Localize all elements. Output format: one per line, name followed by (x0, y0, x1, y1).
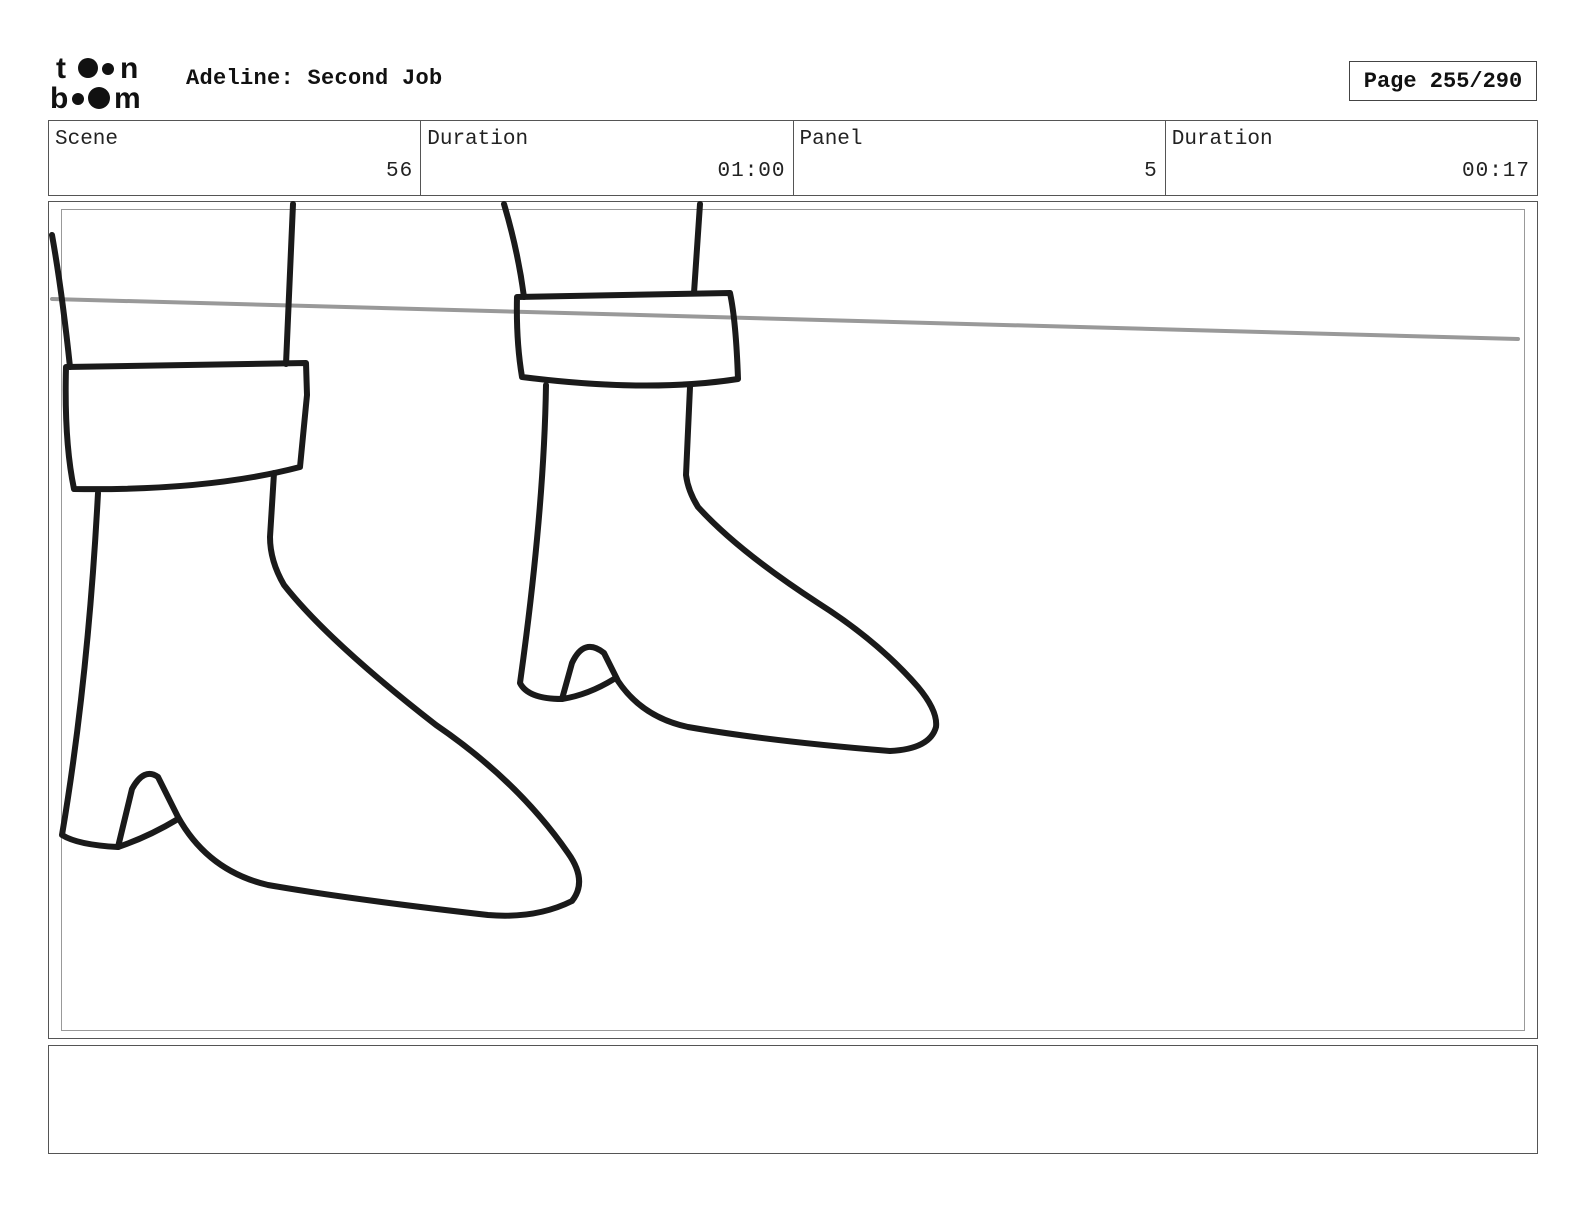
scene-duration-cell: Duration 01:00 (421, 121, 794, 195)
svg-text:n: n (120, 52, 138, 85)
panel-duration-value: 00:17 (1461, 160, 1530, 183)
right-leg-front (691, 201, 703, 296)
panel-duration-label: Duration (1171, 128, 1273, 151)
boots-sketch (49, 201, 1520, 919)
left-leg-front (283, 201, 296, 367)
horizon-line (50, 297, 1520, 341)
left-boot-body (59, 470, 582, 919)
left-boot-heel (115, 816, 181, 850)
panel-duration-cell: Duration 00:17 (1166, 121, 1537, 195)
right-boot-cuff (513, 290, 741, 389)
svg-text:b: b (50, 82, 68, 112)
scene-duration-label: Duration (427, 128, 529, 151)
project-title: Adeline: Second Job (186, 66, 443, 91)
page-indicator: Page 255/290 (1349, 61, 1537, 101)
scene-cell: Scene 56 (49, 121, 422, 195)
scene-value: 56 (386, 160, 414, 183)
panel-cell: Panel 5 (794, 121, 1166, 195)
panel-label: Panel (799, 128, 863, 151)
svg-text:m: m (114, 82, 141, 112)
right-leg-back (501, 201, 527, 300)
toon-boom-logo: t n b m (50, 52, 141, 112)
svg-text:t: t (56, 52, 66, 85)
scene-label: Scene (55, 128, 119, 151)
dialogue-notes-box (48, 1045, 1538, 1154)
panel-info-table: Scene 56 Duration 01:00 Panel 5 Duration… (48, 120, 1538, 196)
scene-duration-value: 01:00 (717, 160, 786, 183)
left-boot-cuff (62, 360, 310, 493)
panel-value: 5 (1144, 160, 1158, 183)
